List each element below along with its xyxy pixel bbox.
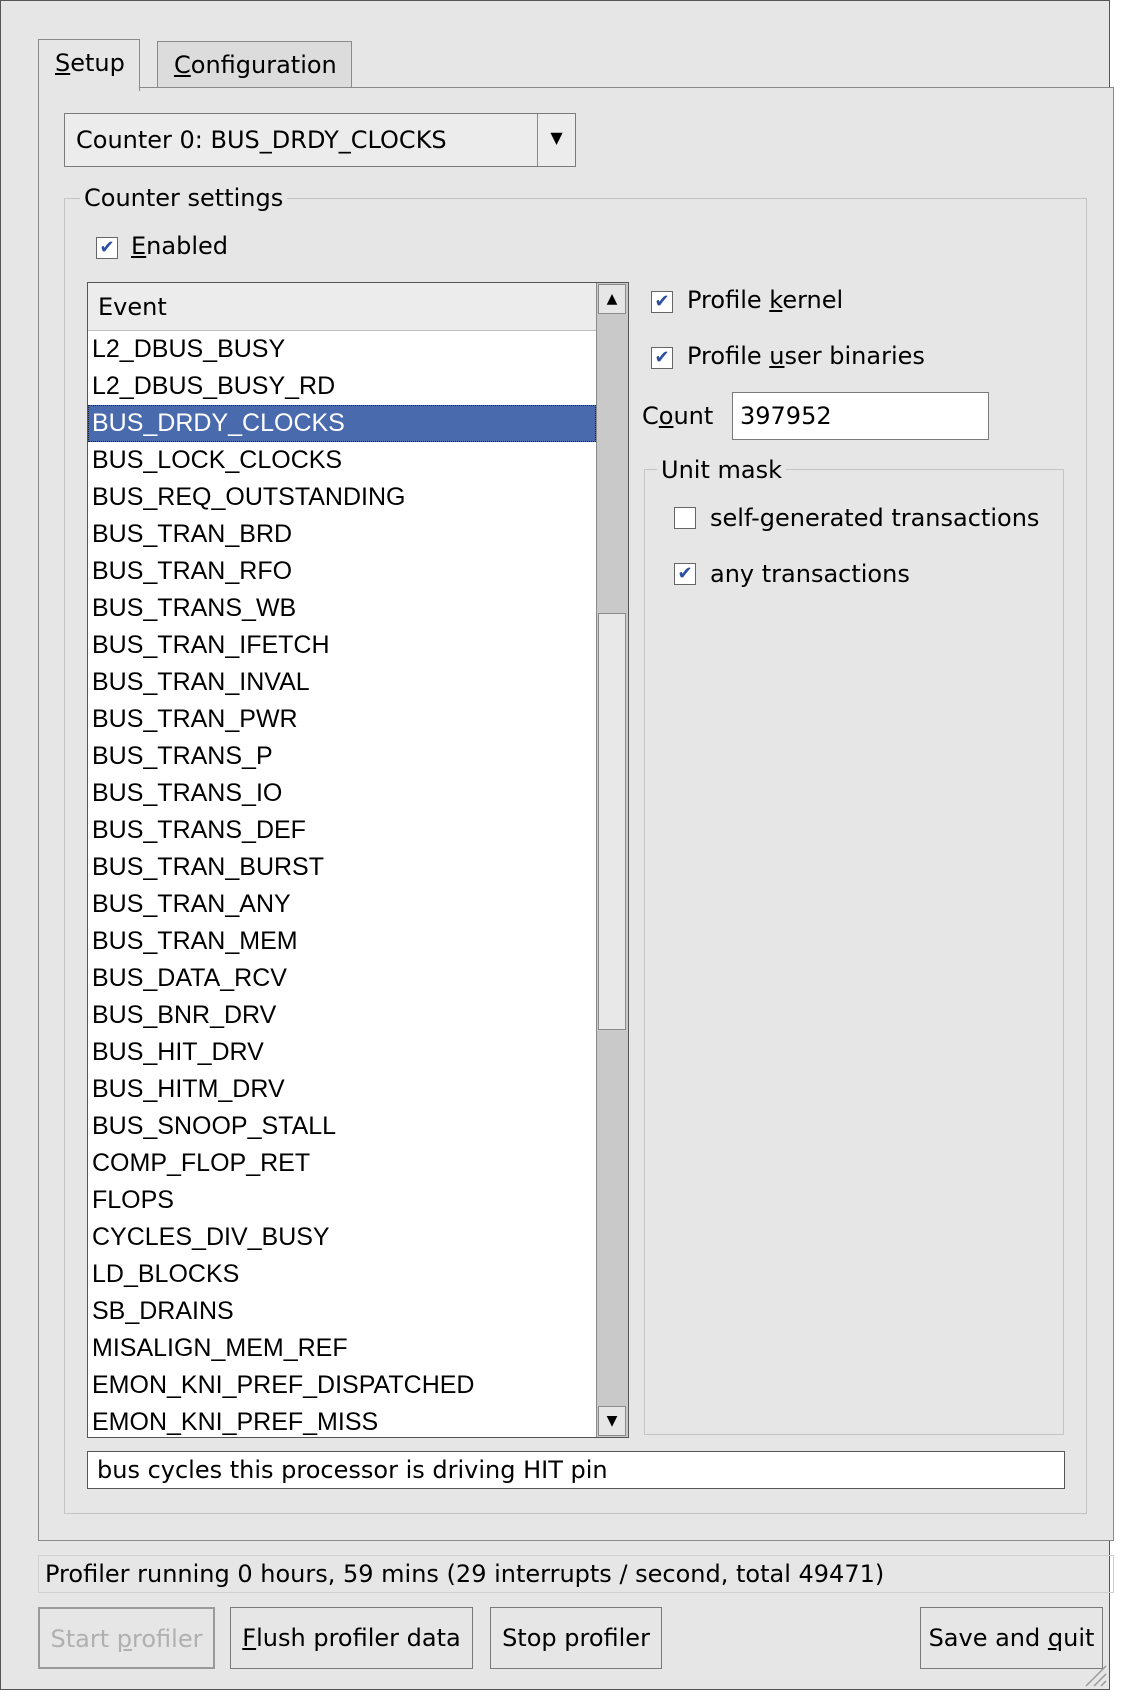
profile-kernel-mnemonic: k <box>769 286 783 314</box>
flush-label-rest: lush profiler data <box>256 1624 461 1652</box>
start-profiler-button[interactable]: Start profiler <box>38 1607 215 1669</box>
unit-mask-frame <box>644 469 1064 1435</box>
count-label-pre: C <box>642 402 659 430</box>
list-item[interactable]: BUS_LOCK_CLOCKS <box>88 442 596 479</box>
profile-user-label-pre: Profile <box>687 342 770 370</box>
profile-user-label-rest: ser binaries <box>784 342 925 370</box>
count-label: Count <box>642 402 713 430</box>
list-item[interactable]: CYCLES_DIV_BUSY <box>88 1219 596 1256</box>
checkmark-icon: ✔ <box>677 563 693 584</box>
event-list-scrollbar[interactable]: ▲ ▼ <box>596 283 628 1437</box>
event-description: bus cycles this processor is driving HIT… <box>87 1451 1065 1489</box>
counter-select[interactable]: Counter 0: BUS_DRDY_CLOCKS ▼ <box>64 113 576 167</box>
scrollbar-thumb[interactable] <box>598 613 626 1030</box>
count-mnemonic: o <box>658 402 674 430</box>
self-generated-transactions-checkbox[interactable] <box>674 507 696 529</box>
start-label-rest: rofiler <box>132 1625 203 1653</box>
checkmark-icon: ✔ <box>654 347 670 368</box>
start-label-pre: Start <box>50 1625 117 1653</box>
count-label-rest: unt <box>673 402 714 430</box>
list-item[interactable]: BUS_DRDY_CLOCKS <box>88 405 596 442</box>
list-item[interactable]: BUS_TRANS_DEF <box>88 812 596 849</box>
enabled-checkbox[interactable]: ✔ <box>96 237 118 259</box>
save-and-quit-button[interactable]: Save and quit <box>920 1607 1103 1669</box>
status-bar: Profiler running 0 hours, 59 mins (29 in… <box>38 1555 1114 1593</box>
unit-mask-title: Unit mask <box>657 456 786 484</box>
event-list[interactable]: Event L2_DBUS_BUSY L2_DBUS_BUSY_RD BUS_DRD… <box>87 282 629 1438</box>
list-item[interactable]: BUS_HITM_DRV <box>88 1071 596 1108</box>
checkmark-icon: ✔ <box>99 237 115 258</box>
list-item[interactable]: BUS_SNOOP_STALL <box>88 1108 596 1145</box>
tab-configuration-mnemonic: C <box>174 51 191 79</box>
list-item[interactable]: L2_DBUS_BUSY <box>88 331 596 368</box>
list-item[interactable]: EMON_KNI_PREF_MISS <box>88 1404 596 1437</box>
list-item[interactable]: BUS_BNR_DRV <box>88 997 596 1034</box>
counter-select-value: Counter 0: BUS_DRDY_CLOCKS <box>76 126 447 154</box>
flush-profiler-data-button[interactable]: Flush profiler data <box>230 1607 473 1669</box>
self-generated-transactions-label[interactable]: self-generated transactions <box>710 504 1039 532</box>
counter-settings-title: Counter settings <box>80 184 288 212</box>
save-mnemonic: q <box>1047 1624 1064 1652</box>
tab-setup-label: etup <box>70 49 125 77</box>
list-item[interactable]: LD_BLOCKS <box>88 1256 596 1293</box>
list-item[interactable]: COMP_FLOP_RET <box>88 1145 596 1182</box>
any-transactions-label[interactable]: any transactions <box>710 560 910 588</box>
list-item[interactable]: BUS_HIT_DRV <box>88 1034 596 1071</box>
list-item[interactable]: BUS_TRANS_P <box>88 738 596 775</box>
profile-kernel-checkbox[interactable]: ✔ <box>651 291 673 313</box>
tab-configuration-label: onfiguration <box>190 51 337 79</box>
list-item[interactable]: FLOPS <box>88 1182 596 1219</box>
scroll-down-arrow-icon[interactable]: ▼ <box>598 1406 626 1436</box>
list-item[interactable]: MISALIGN_MEM_REF <box>88 1330 596 1367</box>
any-transactions-checkbox[interactable]: ✔ <box>674 563 696 585</box>
list-item[interactable]: BUS_TRAN_BURST <box>88 849 596 886</box>
checkmark-icon: ✔ <box>654 291 670 312</box>
profile-kernel-label[interactable]: Profile kernel <box>687 286 843 314</box>
event-column-header[interactable]: Event <box>88 283 596 331</box>
profile-kernel-label-pre: Profile <box>687 286 770 314</box>
flush-mnemonic: F <box>242 1624 257 1652</box>
profile-user-binaries-checkbox[interactable]: ✔ <box>651 347 673 369</box>
profile-user-mnemonic: u <box>769 342 785 370</box>
list-item[interactable]: BUS_TRAN_BRD <box>88 516 596 553</box>
list-item[interactable]: BUS_TRAN_PWR <box>88 701 596 738</box>
list-item[interactable]: BUS_TRANS_IO <box>88 775 596 812</box>
save-label-rest: uit <box>1063 1624 1095 1652</box>
enabled-mnemonic: E <box>131 232 147 260</box>
event-rows: L2_DBUS_BUSY L2_DBUS_BUSY_RD BUS_DRDY_CLOC… <box>88 331 596 1437</box>
list-item[interactable]: BUS_DATA_RCV <box>88 960 596 997</box>
list-item[interactable]: SB_DRAINS <box>88 1293 596 1330</box>
save-label-pre: Save and <box>928 1624 1048 1652</box>
profiler-window: Setup Configuration Counter 0: BUS_DRDY_… <box>0 0 1114 1690</box>
list-item[interactable]: BUS_TRAN_INVAL <box>88 664 596 701</box>
start-mnemonic: p <box>116 1625 133 1653</box>
profile-user-binaries-label[interactable]: Profile user binaries <box>687 342 925 370</box>
list-item[interactable]: BUS_TRAN_ANY <box>88 886 596 923</box>
enabled-label-text: nabled <box>146 232 228 260</box>
list-item[interactable]: EMON_KNI_PREF_DISPATCHED <box>88 1367 596 1404</box>
stop-profiler-button[interactable]: Stop profiler <box>490 1607 662 1669</box>
chevron-down-icon[interactable]: ▼ <box>537 114 575 166</box>
scroll-up-arrow-icon[interactable]: ▲ <box>598 284 626 314</box>
tab-configuration[interactable]: Configuration <box>157 41 352 87</box>
list-item[interactable]: L2_DBUS_BUSY_RD <box>88 368 596 405</box>
resize-grip-icon[interactable] <box>1081 1661 1107 1687</box>
count-field[interactable]: 397952 <box>732 392 989 440</box>
list-item[interactable]: BUS_TRAN_RFO <box>88 553 596 590</box>
tab-setup[interactable]: Setup <box>38 39 140 91</box>
list-item[interactable]: BUS_TRAN_MEM <box>88 923 596 960</box>
list-item[interactable]: BUS_TRANS_WB <box>88 590 596 627</box>
tab-setup-mnemonic: S <box>55 49 71 77</box>
enabled-label[interactable]: Enabled <box>131 232 228 260</box>
profile-kernel-label-rest: ernel <box>782 286 844 314</box>
list-item[interactable]: BUS_TRAN_IFETCH <box>88 627 596 664</box>
list-item[interactable]: BUS_REQ_OUTSTANDING <box>88 479 596 516</box>
